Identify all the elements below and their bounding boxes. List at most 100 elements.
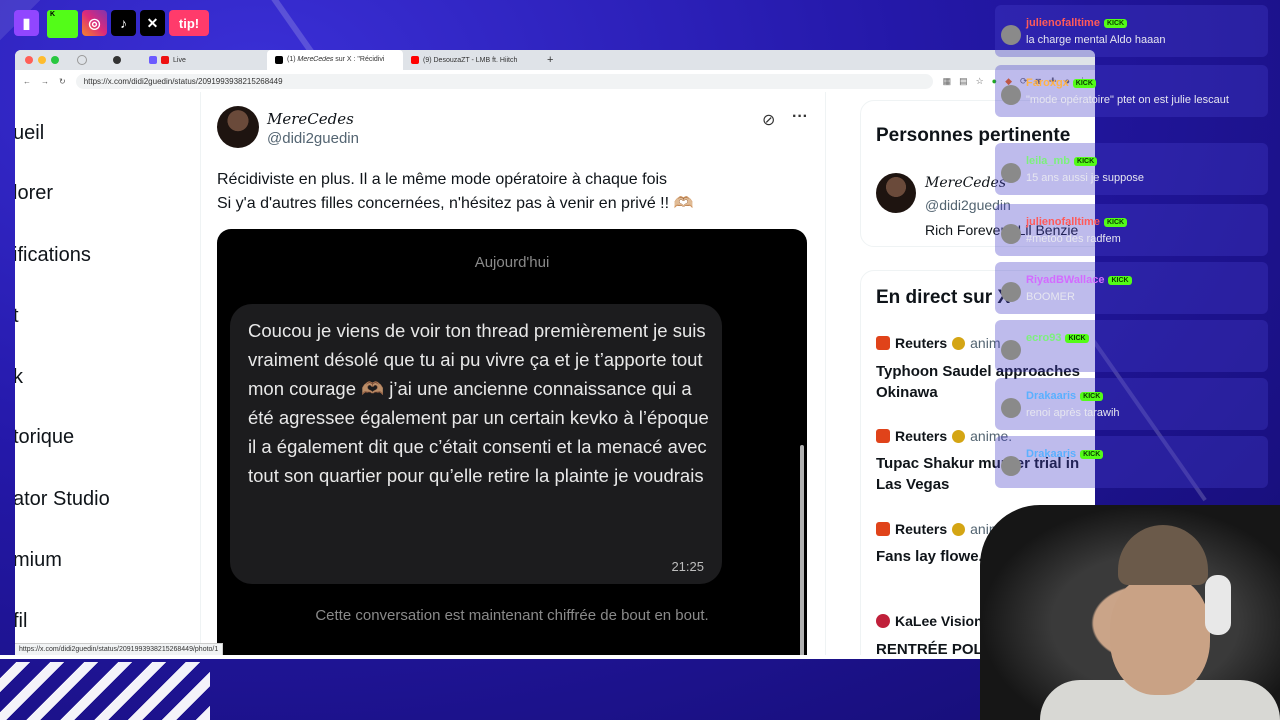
chat-avatar xyxy=(1001,85,1021,105)
tweet-text: Récidiviste en plus. Il a le même mode o… xyxy=(217,168,693,216)
grok-icon[interactable]: ⊘ xyxy=(762,110,775,130)
status-url: https://x.com/didi2guedin/status/2091993… xyxy=(15,643,224,655)
tab-loading[interactable] xyxy=(69,50,105,70)
minimize-window-button[interactable] xyxy=(38,56,46,64)
kick-badge: KICK xyxy=(1103,217,1128,227)
day-label: Aujourd'hui xyxy=(474,254,550,271)
live-source[interactable]: Reuters anime. xyxy=(876,428,1012,444)
kick-badge: KICK xyxy=(1074,156,1098,166)
avatar[interactable] xyxy=(217,106,259,148)
tweet-text-line: Récidiviste en plus. Il a le même mode o… xyxy=(217,171,668,188)
kick-badge: KICK xyxy=(1108,275,1132,285)
close-window-button[interactable] xyxy=(25,56,33,64)
chat-message: ecro93 KICK xyxy=(995,320,1268,372)
record-icon xyxy=(113,56,121,64)
chat-avatar xyxy=(1001,163,1021,183)
live-title: En direct sur X xyxy=(876,287,1011,308)
reload-icon[interactable]: ↻ xyxy=(59,77,66,86)
chat-username: ecro93 KICK xyxy=(1026,332,1089,344)
kick-badge: KICK xyxy=(1072,78,1096,88)
nav-history[interactable]: torique xyxy=(15,426,74,449)
red-dot-icon xyxy=(161,56,169,64)
new-tab-button[interactable]: + xyxy=(539,50,561,70)
message-time: 21:25 xyxy=(671,559,704,574)
reuters-icon xyxy=(876,522,890,536)
kick-icon[interactable]: K xyxy=(47,10,78,38)
chat-text: renoi après tarawih xyxy=(1026,407,1120,419)
nav-notifications[interactable]: ifications xyxy=(15,244,91,267)
chat-username: julienofalltime KICK xyxy=(1026,216,1128,228)
chat-message: julienofalltime KICK la charge mental Ald… xyxy=(995,5,1268,57)
verified-icon xyxy=(952,522,966,536)
more-options-icon[interactable]: ··· xyxy=(792,108,808,126)
kick-badge: KICK xyxy=(1080,391,1104,401)
display-name[interactable]: 𝑀𝑒𝑟𝑒𝐶𝑒𝑑𝑒𝑠 xyxy=(267,110,354,128)
kick-badge: KICK xyxy=(1080,449,1104,459)
nav-premium[interactable]: mium xyxy=(15,549,62,572)
message-text: Coucou je viens de voir ton thread premi… xyxy=(248,320,709,486)
chat-username: julienofalltime KICK xyxy=(1026,17,1128,29)
maximize-window-button[interactable] xyxy=(51,56,59,64)
nav-chat[interactable]: t xyxy=(15,305,19,328)
chat-avatar xyxy=(1001,282,1021,302)
chat-message: Drakaaris KICK xyxy=(995,436,1268,488)
chat-username: Faroxgx KICK xyxy=(1026,77,1096,89)
back-icon[interactable]: ← xyxy=(23,77,31,86)
chat-text: "mode opératoire" ptet on est julie lesc… xyxy=(1026,94,1229,106)
chat-avatar xyxy=(1001,25,1021,45)
url-field[interactable]: https://x.com/didi2guedin/status/2091993… xyxy=(75,73,933,89)
stream-chat: julienofalltime KICK la charge mental Ald… xyxy=(995,0,1270,500)
nav-creator-studio[interactable]: ator Studio xyxy=(15,488,110,511)
nav-home[interactable]: ueil xyxy=(15,122,44,145)
relevant-name[interactable]: 𝑀𝑒𝑟𝑒𝐶𝑒𝑑𝑒𝑠 xyxy=(925,175,1006,191)
tab-x-post[interactable]: (1) 𝑀𝑒𝑟𝑒𝐶𝑒𝑑𝑒𝑠 sur X : "Récidivi xyxy=(267,50,403,70)
twitch-icon[interactable]: ▮ xyxy=(14,10,39,36)
chat-message: Drakaaris KICK renoi après tarawih xyxy=(995,378,1268,430)
chat-username: RiyadBWallace KICK xyxy=(1026,274,1132,286)
live-source[interactable]: Reuters anim xyxy=(876,521,1001,537)
bookmark-star-icon[interactable]: ☆ xyxy=(976,76,984,87)
overlay-stripes xyxy=(0,662,210,720)
x-icon[interactable]: ✕ xyxy=(140,10,165,36)
chat-message: leila_mb KICK 15 ans aussi je suppose xyxy=(995,143,1268,195)
message-bubble: Coucou je viens de voir ton thread premi… xyxy=(230,304,722,584)
left-navigation: ueil lorer ifications t k torique ator S… xyxy=(15,92,200,655)
webcam-face xyxy=(1110,575,1210,695)
live-source[interactable]: KaLee Vision xyxy=(876,613,983,629)
chat-text: 15 ans aussi je suppose xyxy=(1026,172,1145,184)
handle[interactable]: @didi2guedin xyxy=(267,130,359,147)
tweet-text-line: Si y'a d'autres filles concernées, n'hés… xyxy=(217,195,694,212)
tab-label: (9) DesouzaZT - LMB ft. Hiitch xyxy=(423,56,518,64)
avatar[interactable] xyxy=(876,173,916,213)
chat-avatar xyxy=(1001,224,1021,244)
kalee-icon xyxy=(876,614,890,628)
extension-icon[interactable]: ▦ xyxy=(943,76,952,87)
scrollbar[interactable] xyxy=(800,445,804,655)
address-bar-row: ← → ↻ https://x.com/didi2guedin/status/2… xyxy=(15,70,1095,93)
reuters-icon xyxy=(876,336,890,350)
chat-message: julienofalltime KICK #metoo des radfem xyxy=(995,204,1268,256)
webcam-feed xyxy=(980,505,1280,720)
tiktok-icon[interactable]: ♪ xyxy=(111,10,136,36)
tab-record[interactable] xyxy=(105,50,141,70)
nav-profile[interactable]: fil xyxy=(15,610,27,633)
tweet-image[interactable]: Aujourd'hui Coucou je viens de voir ton … xyxy=(217,229,807,655)
reader-icon[interactable]: ▤ xyxy=(959,76,968,87)
nav-explore[interactable]: lorer xyxy=(15,182,53,205)
chat-message: RiyadBWallace KICK BOOMER xyxy=(995,262,1268,314)
tip-button[interactable]: tip! xyxy=(169,10,209,36)
overlay-bar xyxy=(0,655,980,659)
instagram-icon[interactable]: ◎ xyxy=(82,10,107,36)
tab-live[interactable]: Live xyxy=(141,50,267,70)
youtube-favicon-icon xyxy=(411,56,419,64)
chat-text: #metoo des radfem xyxy=(1026,233,1121,245)
forward-icon[interactable]: → xyxy=(41,77,49,86)
chat-avatar xyxy=(1001,398,1021,418)
webcam-cap xyxy=(1118,525,1208,585)
nav-grok[interactable]: k xyxy=(15,366,23,389)
social-links: ▮ K ◎ ♪ ✕ tip! xyxy=(14,10,209,38)
tab-youtube[interactable]: (9) DesouzaZT - LMB ft. Hiitch xyxy=(403,50,539,70)
live-source[interactable]: Reuters anim xyxy=(876,335,1001,351)
chat-username: Drakaaris KICK xyxy=(1026,390,1104,402)
verified-icon xyxy=(952,429,966,443)
